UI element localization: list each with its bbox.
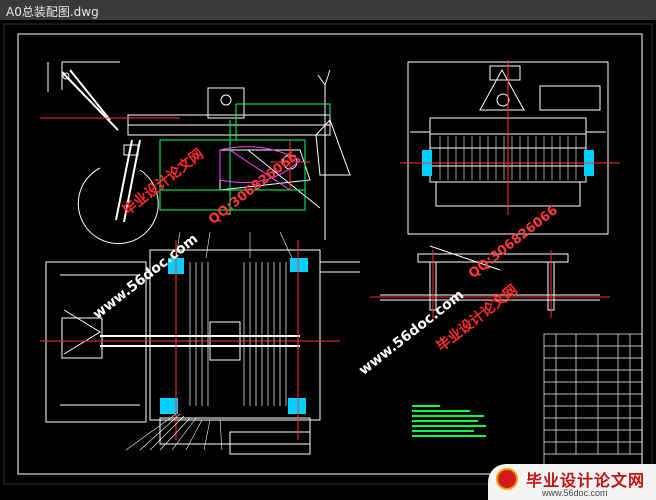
window-titlebar: A0总装配图.dwg bbox=[0, 0, 656, 21]
section-view-fins bbox=[189, 262, 287, 406]
front-view-centerlines bbox=[400, 60, 620, 215]
cad-drawing-canvas[interactable]: 毕业设计论文网 www.56doc.com QQ:306826066 毕业设计论… bbox=[0, 20, 656, 500]
site-logo-icon bbox=[496, 468, 518, 490]
technical-notes bbox=[412, 405, 486, 437]
drawing-svg bbox=[3, 23, 653, 485]
section-view bbox=[45, 249, 360, 455]
window-title: A0总装配图.dwg bbox=[6, 5, 99, 19]
parts-list-table bbox=[543, 333, 643, 473]
site-banner-url: www.56doc.com bbox=[542, 488, 608, 498]
